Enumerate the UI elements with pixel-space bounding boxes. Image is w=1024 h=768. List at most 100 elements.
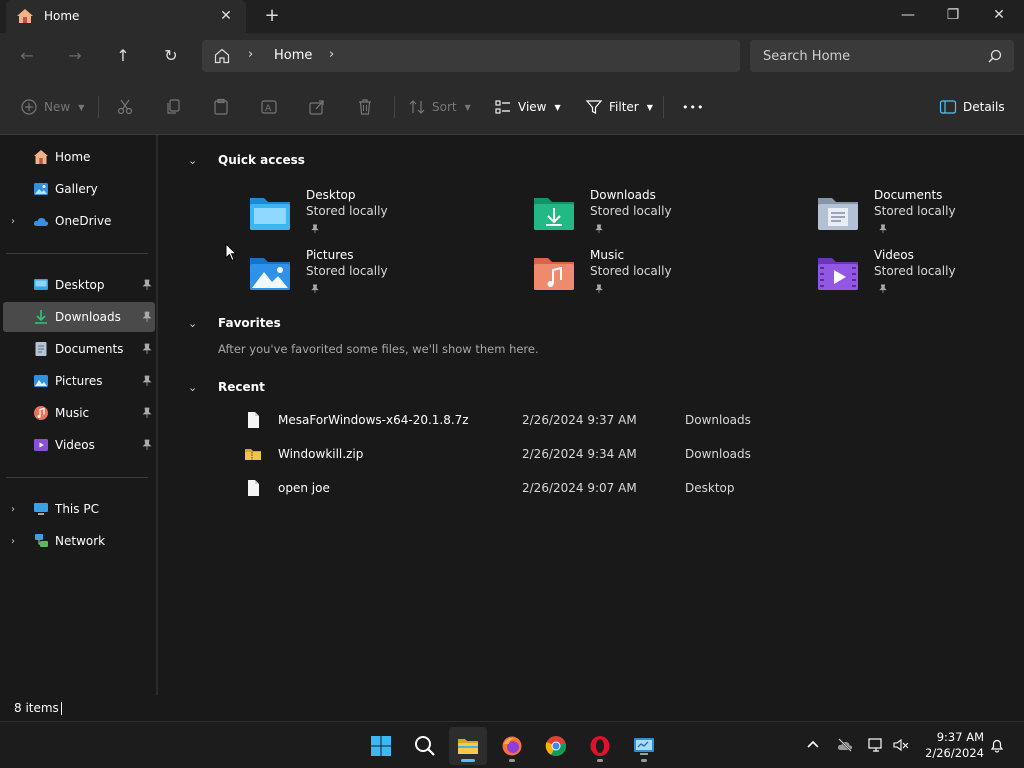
content-pane: ⌄ Quick access Desktop Stored locally Do… [160, 135, 1024, 695]
title-bar: Home ✕ + — ❐ ✕ [0, 0, 1024, 33]
pin-icon[interactable] [141, 439, 153, 451]
section-title: Recent [218, 380, 265, 394]
expand-chevron-icon[interactable]: › [11, 216, 15, 227]
recent-row[interactable]: Windowkill.zip 2/26/2024 9:34 AM Downloa… [244, 440, 944, 468]
quick-access-videos[interactable]: Videos Stored locally [816, 248, 1024, 304]
back-button[interactable]: ← [13, 42, 41, 70]
rename-button[interactable]: A [260, 96, 278, 118]
sidebar-item-gallery[interactable]: Gallery [3, 174, 155, 204]
taskbar-opera[interactable] [581, 727, 619, 765]
breadcrumb-separator[interactable]: › [329, 47, 334, 62]
running-indicator [641, 759, 647, 762]
maximize-button[interactable]: ❐ [930, 0, 976, 33]
details-pane-icon [939, 100, 957, 114]
pin-icon [311, 224, 319, 234]
running-indicator [597, 759, 603, 762]
tile-status: Stored locally [590, 204, 672, 218]
refresh-button[interactable]: ↻ [157, 42, 185, 70]
sidebar-item-onedrive[interactable]: › OneDrive [3, 206, 155, 236]
start-button[interactable] [362, 727, 400, 765]
svg-text:A: A [265, 104, 272, 114]
command-bar: New ▼ A Sort ▼ View ▼ Filter ▼ ••• Details [0, 79, 1024, 135]
sidebar-item-documents[interactable]: Documents [3, 334, 155, 364]
forward-button[interactable]: → [61, 42, 89, 70]
quick-access-pictures[interactable]: Pictures Stored locally [248, 248, 498, 304]
tile-status: Stored locally [306, 264, 388, 278]
tab-home[interactable]: Home ✕ [6, 0, 246, 33]
sidebar-item-pictures[interactable]: Pictures [3, 366, 155, 396]
address-bar[interactable]: › Home › [202, 40, 740, 72]
expand-chevron-icon[interactable]: › [11, 504, 15, 515]
view-button[interactable]: View ▼ [494, 96, 561, 118]
sort-button[interactable]: Sort ▼ [408, 96, 471, 118]
taskbar-control-panel[interactable] [625, 727, 663, 765]
minimize-button[interactable]: — [885, 0, 931, 33]
taskbar-file-explorer[interactable] [449, 727, 487, 765]
filter-button[interactable]: Filter ▼ [585, 96, 653, 118]
recent-row[interactable]: open joe 2/26/2024 9:07 AM Desktop [244, 474, 944, 502]
delete-button[interactable] [356, 96, 374, 118]
recent-file-location: Downloads [685, 413, 751, 427]
toolbar-divider [663, 96, 664, 118]
pin-icon[interactable] [141, 343, 153, 355]
chevron-up-icon[interactable] [805, 737, 821, 753]
search-icon[interactable] [988, 49, 1002, 63]
downloads-folder-icon [35, 310, 47, 324]
onedrive-offline-icon[interactable] [837, 737, 853, 753]
clock-date[interactable]: 2/26/2024 [924, 746, 984, 760]
new-tab-button[interactable]: + [262, 6, 282, 26]
taskbar-chrome[interactable] [537, 727, 575, 765]
pin-icon[interactable] [141, 311, 153, 323]
recent-file-location: Downloads [685, 447, 751, 461]
quick-access-desktop[interactable]: Desktop Stored locally [248, 188, 498, 244]
copy-button[interactable] [164, 96, 182, 118]
up-button[interactable]: ↑ [109, 42, 137, 70]
quick-access-downloads[interactable]: Downloads Stored locally [532, 188, 782, 244]
breadcrumb-home[interactable]: Home [274, 48, 312, 63]
file-icon [248, 412, 259, 428]
new-button[interactable]: New ▼ [20, 96, 84, 118]
close-window-button[interactable]: ✕ [976, 0, 1022, 33]
quick-access-documents[interactable]: Documents Stored locally [816, 188, 1024, 244]
sidebar-divider [6, 253, 148, 254]
expand-chevron-icon[interactable]: › [11, 536, 15, 547]
pin-icon [879, 224, 887, 234]
sidebar-item-desktop[interactable]: Desktop [3, 270, 155, 300]
tab-close-button[interactable]: ✕ [216, 6, 236, 26]
navigation-pane: Home Gallery › OneDrive Desktop Download… [0, 135, 158, 695]
chevron-down-icon: ▼ [78, 102, 85, 112]
pin-icon[interactable] [141, 407, 153, 419]
share-button[interactable] [308, 96, 326, 118]
notification-bell-icon[interactable] [989, 737, 1005, 753]
clock-time[interactable]: 9:37 AM [932, 730, 984, 744]
sidebar-item-downloads[interactable]: Downloads [3, 302, 155, 332]
sidebar-item-network[interactable]: › Network [3, 526, 155, 556]
quick-access-music[interactable]: Music Stored locally [532, 248, 782, 304]
sidebar-item-videos[interactable]: Videos [3, 430, 155, 460]
collapse-chevron-icon[interactable]: ⌄ [188, 381, 197, 394]
volume-muted-icon[interactable] [893, 737, 909, 753]
see-more-button[interactable]: ••• [682, 96, 704, 118]
tile-status: Stored locally [306, 204, 388, 218]
search-input[interactable] [750, 40, 1014, 72]
taskbar-firefox[interactable] [493, 727, 531, 765]
paste-button[interactable] [212, 96, 230, 118]
tile-status: Stored locally [874, 204, 956, 218]
details-button[interactable]: Details [939, 96, 1005, 118]
item-count: 8 items [14, 701, 59, 715]
network-status-icon[interactable] [868, 737, 884, 753]
firefox-icon [502, 736, 522, 756]
sidebar-item-music[interactable]: Music [3, 398, 155, 428]
sidebar-item-home[interactable]: Home [3, 142, 155, 172]
cut-button[interactable] [116, 96, 134, 118]
recent-row[interactable]: MesaForWindows-x64-20.1.8.7z 2/26/2024 9… [244, 406, 944, 434]
recent-file-name: Windowkill.zip [278, 447, 364, 461]
pin-icon[interactable] [141, 279, 153, 291]
recent-file-date: 2/26/2024 9:34 AM [522, 447, 637, 461]
sidebar-item-this-pc[interactable]: › This PC [3, 494, 155, 524]
collapse-chevron-icon[interactable]: ⌄ [188, 154, 197, 167]
collapse-chevron-icon[interactable]: ⌄ [188, 317, 197, 330]
filter-label: Filter [609, 100, 639, 114]
pin-icon[interactable] [141, 375, 153, 387]
taskbar-search-button[interactable] [406, 727, 444, 765]
